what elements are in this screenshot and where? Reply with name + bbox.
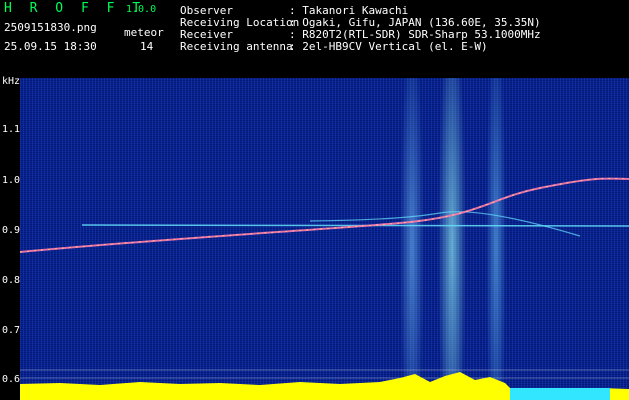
y-tick: 0.7 [2, 325, 21, 336]
antenna-value: : 2el-HB9CV Vertical (el. E-W) [289, 40, 488, 53]
file-name: 2509151830.png [4, 21, 97, 34]
meteor-label: meteor [124, 26, 164, 39]
meteor-count: 14 [140, 40, 154, 53]
noise-floor-segment [510, 388, 610, 400]
spectrogram-overlay [20, 177, 629, 400]
y-tick: 0.8 [2, 275, 21, 286]
spectrogram [20, 78, 629, 400]
y-tick: 1.0 [2, 175, 21, 186]
app-version: 1.0.0 [126, 4, 157, 15]
carrier-line [309, 211, 581, 237]
doppler-trace [20, 177, 629, 253]
y-tick: 0.6 [2, 374, 21, 385]
frequency-unit: kHz [2, 76, 21, 87]
antenna-label: Receiving antenna [180, 40, 293, 53]
date-time: 25.09.15 18:30 [4, 40, 97, 53]
doppler-trace-highlight [20, 178, 629, 253]
y-tick: 1.1 [2, 124, 21, 135]
y-tick: 0.9 [2, 225, 21, 236]
hrofft-window: H R O F F T 1.0.0 2509151830.png meteor … [0, 0, 629, 400]
app-title: H R O F F T [4, 1, 146, 16]
